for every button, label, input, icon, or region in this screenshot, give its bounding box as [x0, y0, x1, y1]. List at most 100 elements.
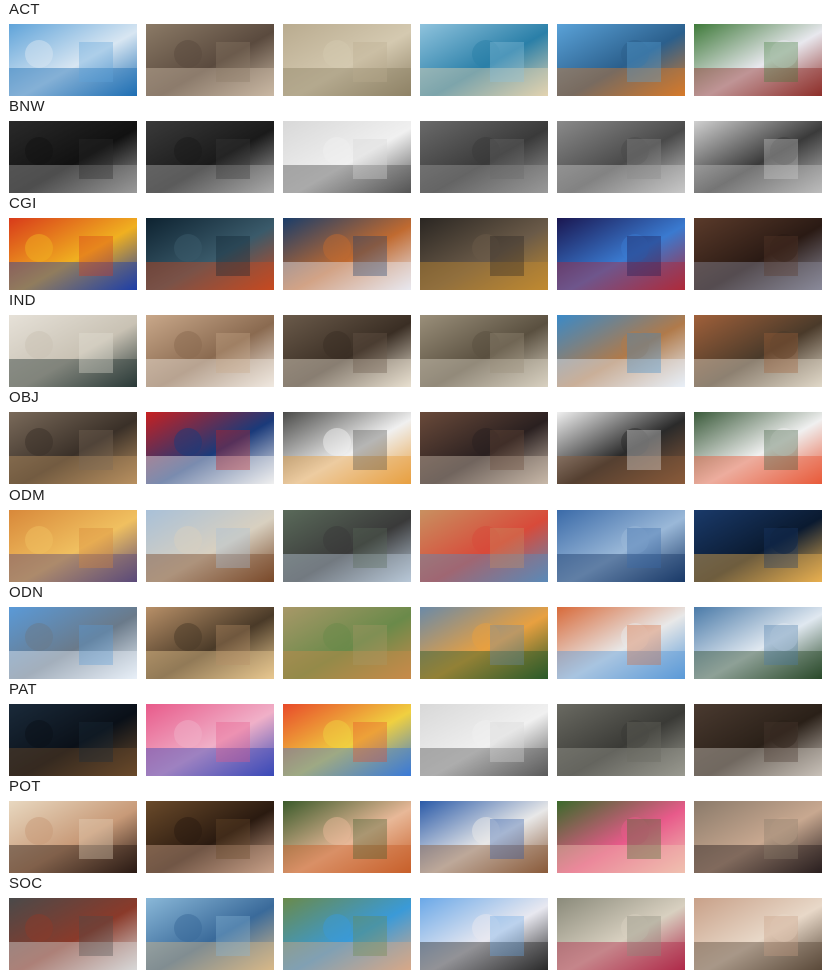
- clay-jars-thumb[interactable]: [694, 703, 822, 776]
- thumbnail-image: [9, 315, 137, 388]
- armored-hero-thumb[interactable]: [420, 218, 548, 291]
- alpine-lake-thumb[interactable]: [694, 606, 822, 679]
- mountain-lake-thumb[interactable]: [9, 606, 137, 679]
- marshmallow-man-thumb[interactable]: [283, 218, 411, 291]
- soldiers-rocks-thumb[interactable]: [283, 24, 411, 96]
- hot-air-balloon-thumb[interactable]: [694, 412, 822, 485]
- thumbnail-image: [146, 24, 274, 96]
- thumbnail-image: [146, 315, 274, 388]
- mech-battle-thumb[interactable]: [694, 218, 822, 291]
- antelope-savanna-thumb[interactable]: [283, 606, 411, 679]
- desk-speakers-thumb[interactable]: [557, 412, 685, 485]
- wind-turbines-thumb[interactable]: [146, 509, 274, 582]
- thumbnail-image: [283, 800, 411, 873]
- misty-forest-bw-thumb[interactable]: [557, 121, 685, 194]
- vintage-beetle-thumb[interactable]: [283, 509, 411, 582]
- children-field-bw-thumb[interactable]: [420, 121, 548, 194]
- pipes-pattern-thumb[interactable]: [9, 703, 137, 776]
- tunnel-lights-thumb[interactable]: [9, 121, 137, 194]
- thumbnail-image: [694, 412, 822, 485]
- thumbnail-image: [146, 606, 274, 679]
- category-row-ind: IND: [0, 291, 822, 388]
- girl-glasses-thumb[interactable]: [694, 800, 822, 873]
- thumbnail-image: [694, 121, 822, 194]
- category-label: BNW: [9, 98, 45, 116]
- reading-room-thumb[interactable]: [694, 315, 822, 388]
- thumbnail-image: [420, 897, 548, 970]
- colorful-harbor-thumb[interactable]: [420, 509, 548, 582]
- beach-jump-thumb[interactable]: [420, 24, 548, 96]
- school-girls-thumb[interactable]: [557, 897, 685, 970]
- thumbnail-image: [420, 412, 548, 485]
- category-label: IND: [9, 292, 36, 310]
- phone-earbuds-thumb[interactable]: [283, 412, 411, 485]
- category-row-soc: SOC: [0, 874, 822, 971]
- thumbnail-image: [146, 800, 274, 873]
- bearded-man-thumb[interactable]: [146, 800, 274, 873]
- category-row-odn: ODN: [0, 583, 822, 680]
- carousel-swing-thumb[interactable]: [557, 24, 685, 96]
- train-carriage-thumb[interactable]: [420, 315, 548, 388]
- shovel-knight-thumb[interactable]: [557, 218, 685, 291]
- city-skyline-bw-thumb[interactable]: [146, 121, 274, 194]
- leather-sofa-room-thumb[interactable]: [9, 315, 137, 388]
- group-selfie-thumb[interactable]: [694, 897, 822, 970]
- foggy-tree-thumb[interactable]: [146, 606, 274, 679]
- pink-facade-thumb[interactable]: [146, 703, 274, 776]
- thumbnail-image: [9, 897, 137, 970]
- thumbnail-image: [694, 606, 822, 679]
- thumbnail-image: [9, 606, 137, 679]
- thumbnail-image: [283, 121, 411, 194]
- thumbnail-image: [420, 24, 548, 96]
- thumbnail-image: [557, 703, 685, 776]
- rainbow-forest-thumb[interactable]: [420, 606, 548, 679]
- thumbnail-image: [146, 121, 274, 194]
- wedding-couple-bw-thumb[interactable]: [283, 121, 411, 194]
- baseball-dive-thumb[interactable]: [694, 24, 822, 96]
- category-row-pot: POT: [0, 777, 822, 874]
- thumbnail-image: [146, 218, 274, 291]
- espresso-machine-thumb[interactable]: [420, 412, 548, 485]
- pyramids-reflection-bw-thumb[interactable]: [694, 121, 822, 194]
- thumbnail-image: [9, 800, 137, 873]
- bridge-runners-thumb[interactable]: [146, 24, 274, 96]
- glass-roof-library-thumb[interactable]: [557, 315, 685, 388]
- thumbnail-image: [9, 412, 137, 485]
- thumbnail-image: [283, 412, 411, 485]
- white-vases-thumb[interactable]: [420, 703, 548, 776]
- woman-sunhat-thumb[interactable]: [9, 800, 137, 873]
- soldier-game-thumb[interactable]: [146, 218, 274, 291]
- city-sunset-aerial-thumb[interactable]: [9, 509, 137, 582]
- office-crowd-thumb[interactable]: [9, 897, 137, 970]
- elderly-man-hat-thumb[interactable]: [420, 800, 548, 873]
- thumbnail-image: [694, 703, 822, 776]
- glass-towers-thumb[interactable]: [557, 509, 685, 582]
- girl-flower-crown-thumb[interactable]: [557, 800, 685, 873]
- thumbnail-image: [557, 606, 685, 679]
- thumbnail-image: [9, 121, 137, 194]
- category-row-odm: ODM: [0, 486, 822, 583]
- thumbnail-image: [420, 800, 548, 873]
- swing-ride-thumb[interactable]: [420, 897, 548, 970]
- category-label: PAT: [9, 680, 37, 698]
- thumbnail-image: [557, 412, 685, 485]
- painted-eggs-thumb[interactable]: [283, 703, 411, 776]
- hat-flatlay-thumb[interactable]: [9, 412, 137, 485]
- thumbnail-image: [9, 509, 137, 582]
- thumbnail-strip: [9, 412, 822, 485]
- grid-windows-thumb[interactable]: [557, 703, 685, 776]
- banquet-hall-thumb[interactable]: [146, 315, 274, 388]
- thumbnail-image: [557, 218, 685, 291]
- hurdle-race-thumb[interactable]: [9, 24, 137, 96]
- rock-arch-thumb[interactable]: [557, 606, 685, 679]
- red-haired-boy-thumb[interactable]: [283, 800, 411, 873]
- thumbnail-strip: [9, 121, 822, 194]
- sonic-game-thumb[interactable]: [9, 218, 137, 291]
- flag-shelf-thumb[interactable]: [146, 412, 274, 485]
- night-skyline-thumb[interactable]: [694, 509, 822, 582]
- thumbnail-image: [557, 121, 685, 194]
- thumbnail-image: [283, 897, 411, 970]
- cafe-interior-thumb[interactable]: [283, 315, 411, 388]
- crowded-beach-thumb[interactable]: [146, 897, 274, 970]
- water-fight-thumb[interactable]: [283, 897, 411, 970]
